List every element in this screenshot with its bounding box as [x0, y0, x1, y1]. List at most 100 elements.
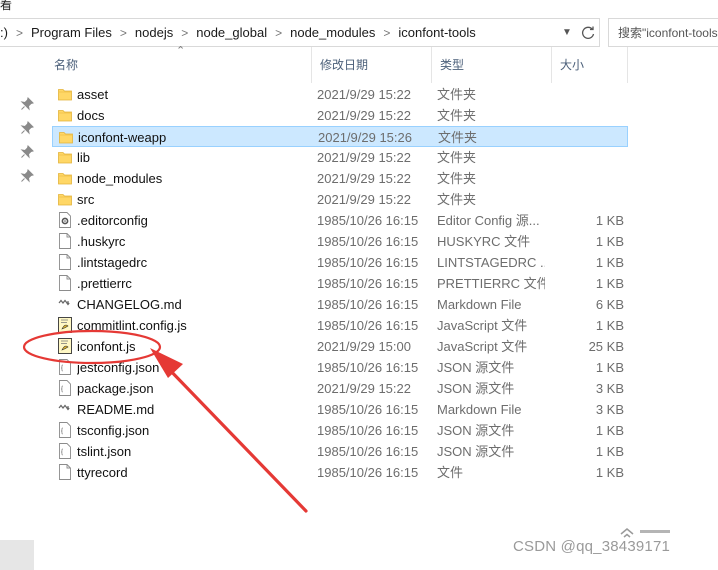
file-name: ttyrecord: [77, 465, 128, 480]
file-date: 1985/10/26 16:15: [317, 213, 419, 228]
breadcrumb-nodejs[interactable]: nodejs: [135, 25, 179, 40]
file-type: Editor Config 源...: [437, 213, 540, 228]
refresh-icon[interactable]: [578, 21, 598, 45]
column-header-row: 名称 ⌃ 修改日期 类型 大小: [46, 45, 718, 83]
file-size: 1 KB: [595, 255, 624, 270]
breadcrumb-drive[interactable]: :): [0, 25, 14, 40]
table-row[interactable]: node_modules 2021/9/29 15:22 文件夹: [52, 168, 628, 189]
breadcrumb-node-modules[interactable]: node_modules: [290, 25, 381, 40]
file-size: [552, 105, 624, 126]
file-name: iconfont.js: [77, 339, 136, 354]
file-size: 3 KB: [595, 402, 624, 417]
pin-icon[interactable]: [20, 169, 34, 183]
table-row[interactable]: asset 2021/9/29 15:22 文件夹: [52, 84, 628, 105]
table-row[interactable]: .editorconfig 1985/10/26 16:15 Editor Conf…: [52, 210, 628, 231]
table-row[interactable]: jestconfig.json 1985/10/26 16:15 JSON 源文件 1…: [52, 357, 628, 378]
file-name: tsconfig.json: [77, 423, 150, 438]
chevron-right-icon[interactable]: >: [118, 26, 135, 40]
file-size: 1 KB: [595, 276, 624, 291]
column-header-name-label: 名称: [54, 58, 79, 72]
table-row[interactable]: .huskyrc 1985/10/26 16:15 HUSKYRC 文件 1 KB: [52, 231, 628, 252]
file-date: 1985/10/26 16:15: [317, 297, 419, 312]
column-header-size[interactable]: 大小: [551, 47, 627, 83]
table-row[interactable]: CHANGELOG.md 1985/10/26 16:15 Markdown Fil…: [52, 294, 628, 315]
file-icon: [58, 464, 72, 480]
table-row[interactable]: tsconfig.json 1985/10/26 16:15 JSON 源文件 1 K…: [52, 420, 628, 441]
column-header-date[interactable]: 修改日期: [311, 47, 431, 83]
file-type: JavaScript 文件: [437, 318, 528, 333]
pin-icon[interactable]: [20, 97, 34, 111]
folder-icon: [58, 86, 72, 102]
file-date: 1985/10/26 16:15: [317, 318, 419, 333]
js-file-icon: [58, 338, 72, 354]
sort-ascending-icon: ⌃: [176, 45, 186, 57]
table-row[interactable]: tslint.json 1985/10/26 16:15 JSON 源文件 1 KB: [52, 441, 628, 462]
navigation-scrollbar[interactable]: [0, 540, 34, 570]
file-type: HUSKYRC 文件: [437, 234, 531, 249]
file-name: asset: [77, 87, 109, 102]
file-size: 6 KB: [595, 297, 624, 312]
file-date: 2021/9/29 15:22: [317, 108, 411, 123]
file-name: .editorconfig: [77, 213, 148, 228]
file-type: 文件夹: [437, 192, 477, 207]
file-date: 1985/10/26 16:15: [317, 444, 419, 459]
file-icon: [58, 254, 72, 270]
file-date: 1985/10/26 16:15: [317, 360, 419, 375]
table-row[interactable]: README.md 1985/10/26 16:15 Markdown File 3 …: [52, 399, 628, 420]
file-size: [552, 147, 624, 168]
file-name: lib: [77, 150, 91, 165]
file-date: 2021/9/29 15:00: [317, 339, 411, 354]
title-bar: 看: [0, 0, 718, 16]
file-type: PRETTIERRC 文件: [437, 276, 545, 291]
breadcrumb-node-global[interactable]: node_global: [196, 25, 273, 40]
file-type: Markdown File: [437, 297, 522, 312]
file-date: 1985/10/26 16:15: [317, 276, 419, 291]
file-name: docs: [77, 108, 105, 123]
file-date: 1985/10/26 16:15: [317, 234, 419, 249]
folder-icon: [59, 129, 73, 145]
chevron-right-icon[interactable]: >: [381, 26, 398, 40]
table-row[interactable]: ttyrecord 1985/10/26 16:15 文件 1 KB: [52, 462, 628, 483]
pin-icon[interactable]: [20, 145, 34, 159]
table-row[interactable]: docs 2021/9/29 15:22 文件夹: [52, 105, 628, 126]
column-header-date-label: 修改日期: [320, 58, 369, 72]
file-size: 1 KB: [595, 234, 624, 249]
file-date: 1985/10/26 16:15: [317, 255, 419, 270]
file-name: .lintstagedrc: [77, 255, 148, 270]
table-row[interactable]: .lintstagedrc 1985/10/26 16:15 LINTSTAGEDR…: [52, 252, 628, 273]
breadcrumb-iconfont-tools[interactable]: iconfont-tools: [398, 25, 481, 40]
search-input[interactable]: [609, 19, 718, 46]
table-row[interactable]: .prettierrc 1985/10/26 16:15 PRETTIERRC 文件…: [52, 273, 628, 294]
window-title: 看: [0, 0, 13, 12]
table-row[interactable]: src 2021/9/29 15:22 文件夹: [52, 189, 628, 210]
table-row[interactable]: iconfont.js 2021/9/29 15:00 JavaScript 文件 2…: [52, 336, 628, 357]
chevron-down-icon[interactable]: ▼: [559, 23, 575, 43]
address-bar[interactable]: :) > Program Files > nodejs > node_global > node…: [0, 18, 600, 47]
table-row[interactable]: package.json 2021/9/29 15:22 JSON 源文件 3 KB: [52, 378, 628, 399]
file-name: .prettierrc: [77, 276, 132, 291]
markdown-file-icon: [58, 296, 72, 312]
chevron-right-icon[interactable]: >: [273, 26, 290, 40]
search-field[interactable]: [608, 18, 718, 47]
breadcrumb: :) > Program Files > nodejs > node_global > node…: [0, 25, 482, 40]
breadcrumb-program-files[interactable]: Program Files: [31, 25, 118, 40]
column-header-type[interactable]: 类型: [431, 47, 551, 83]
file-name: package.json: [77, 381, 154, 396]
file-name: jestconfig.json: [77, 360, 160, 375]
pin-icon[interactable]: [20, 121, 34, 135]
file-type: 文件夹: [437, 150, 477, 165]
chevron-right-icon[interactable]: >: [14, 26, 31, 40]
table-row[interactable]: lib 2021/9/29 15:22 文件夹: [52, 147, 628, 168]
file-date: 2021/9/29 15:22: [317, 192, 411, 207]
file-type: 文件夹: [438, 130, 478, 145]
file-size: 1 KB: [595, 465, 624, 480]
file-name: node_modules: [77, 171, 163, 186]
file-type: 文件夹: [437, 87, 477, 102]
file-date: 1985/10/26 16:15: [317, 465, 419, 480]
file-size: [552, 168, 624, 189]
table-row[interactable]: commitlint.config.js 1985/10/26 16:15 Java…: [52, 315, 628, 336]
table-row-selected[interactable]: iconfont-weapp 2021/9/29 15:26 文件夹: [52, 126, 628, 147]
file-date: 2021/9/29 15:26: [318, 130, 412, 145]
file-icon: [58, 233, 72, 249]
column-header-name[interactable]: 名称 ⌃: [46, 45, 311, 83]
